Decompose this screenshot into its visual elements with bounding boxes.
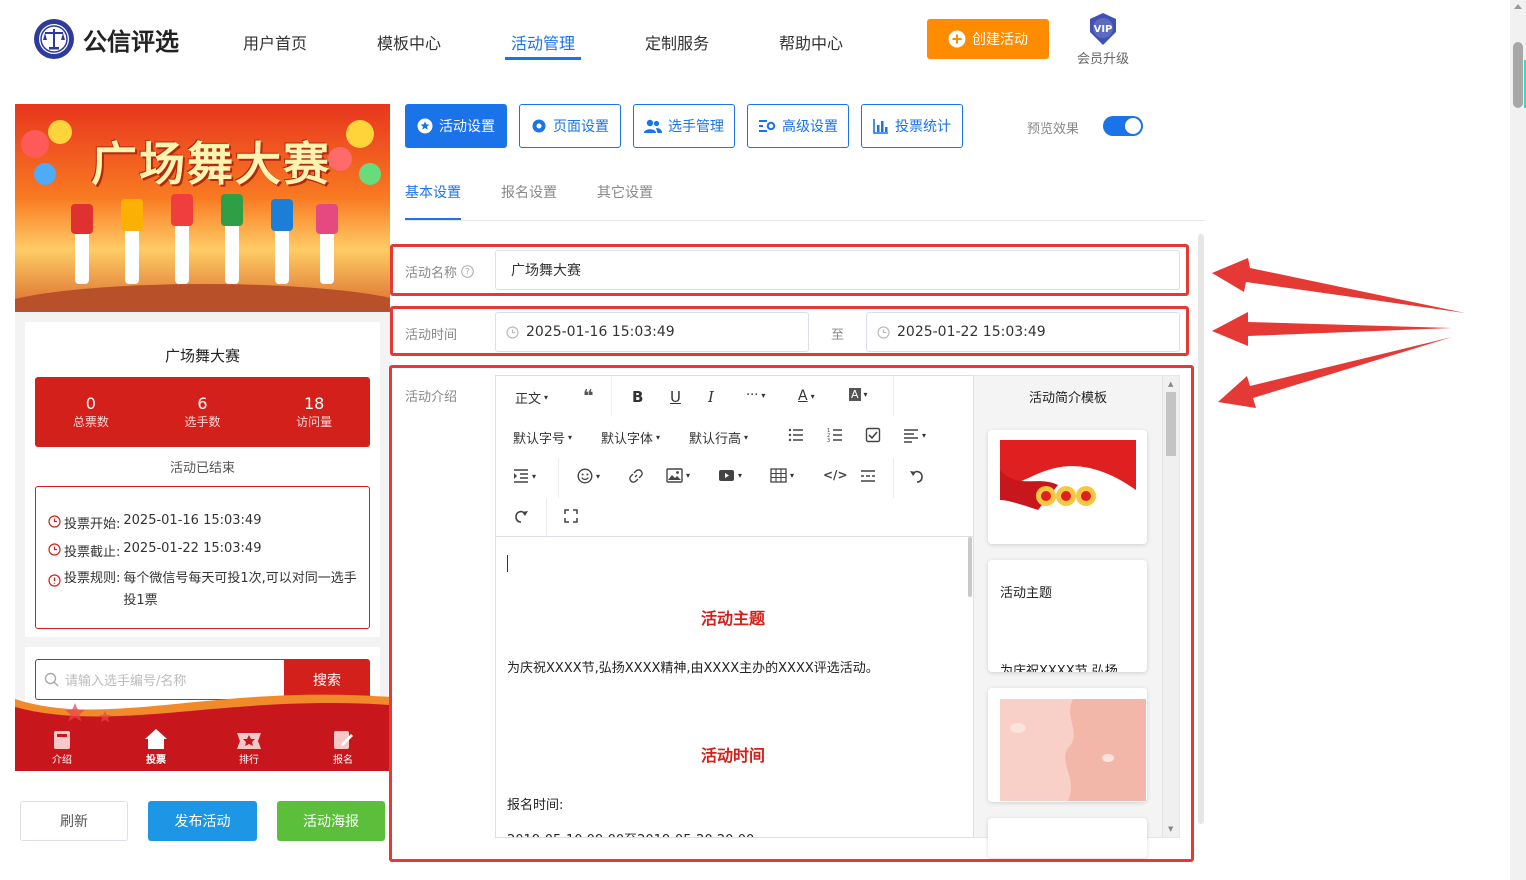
bar-chart-icon bbox=[873, 119, 888, 134]
tab-contestant-management[interactable]: 选手管理 bbox=[633, 104, 735, 148]
subtab-basic[interactable]: 基本设置 bbox=[405, 182, 461, 202]
alert-icon bbox=[48, 574, 61, 587]
preview-bottom-nav: 介绍 投票 排行 报名 bbox=[15, 689, 390, 771]
activity-status: 活动已结束 bbox=[169, 461, 235, 476]
clock-icon bbox=[48, 543, 61, 556]
badge-icon bbox=[237, 733, 261, 749]
sliders-icon bbox=[759, 120, 776, 132]
preview-activity-title: 广场舞大赛 bbox=[164, 347, 240, 365]
stats-bar: 0 总票数 6 选手数 18 访问量 bbox=[35, 377, 370, 447]
activity-banner: 广场舞大赛 bbox=[15, 104, 390, 312]
bottom-nav-vote[interactable]: 投票 bbox=[136, 727, 176, 766]
nav-home[interactable]: 用户首页 bbox=[243, 30, 307, 54]
bottom-nav-signup[interactable]: 报名 bbox=[323, 729, 363, 766]
bottom-nav-intro[interactable]: 介绍 bbox=[42, 729, 82, 766]
scales-logo-icon bbox=[34, 19, 74, 59]
subtab-other[interactable]: 其它设置 bbox=[597, 182, 653, 202]
create-activity-button[interactable]: 创建活动 bbox=[927, 19, 1049, 59]
highlight-time-row bbox=[390, 306, 1189, 356]
nav-templates[interactable]: 模板中心 bbox=[377, 30, 441, 54]
subtab-signup[interactable]: 报名设置 bbox=[501, 182, 557, 202]
vote-rules-box: 投票开始: 2025-01-16 15:03:49 投票截止: 2025-01-22… bbox=[35, 486, 370, 629]
nav-activity[interactable]: 活动管理 bbox=[511, 30, 575, 54]
vip-badge-icon: VIP bbox=[1090, 13, 1116, 45]
banner-title: 广场舞大赛 bbox=[91, 137, 331, 191]
home-icon bbox=[145, 729, 167, 749]
logo[interactable]: 公信评选 bbox=[33, 18, 179, 60]
tab-page-settings[interactable]: 页面设置 bbox=[519, 104, 621, 148]
stat-contestants: 6 选手数 bbox=[184, 394, 221, 429]
nav-custom[interactable]: 定制服务 bbox=[645, 30, 709, 54]
tab-activity-settings[interactable]: 活动设置 bbox=[405, 104, 507, 148]
search-icon bbox=[44, 672, 59, 687]
poster-button[interactable]: 活动海报 bbox=[277, 801, 385, 841]
tab-vote-statistics[interactable]: 投票统计 bbox=[861, 104, 963, 148]
star-circle-icon bbox=[417, 118, 433, 134]
brand-name: 公信评选 bbox=[83, 27, 179, 56]
nav-help[interactable]: 帮助中心 bbox=[779, 30, 843, 54]
preview-toggle-label: 预览效果 bbox=[1027, 122, 1080, 137]
window-scrollbar[interactable] bbox=[1510, 0, 1526, 880]
plus-circle-icon bbox=[948, 30, 966, 48]
refresh-button[interactable]: 刷新 bbox=[20, 801, 128, 841]
preview-panel: 广场舞大赛 广场舞大赛 0 总票数 6 选手数 18 访问量 活动已结束 投票开… bbox=[15, 104, 390, 771]
bottom-nav-rank[interactable]: 排行 bbox=[229, 729, 269, 766]
svg-text:VIP: VIP bbox=[1094, 24, 1113, 35]
tab-advanced-settings[interactable]: 高级设置 bbox=[747, 104, 849, 148]
highlight-intro-row bbox=[389, 365, 1194, 862]
clock-icon bbox=[48, 515, 61, 528]
gear-icon bbox=[532, 119, 546, 133]
stat-total-votes: 0 总票数 bbox=[72, 394, 109, 429]
publish-button[interactable]: 发布活动 bbox=[148, 801, 257, 841]
subtab-bar: 基本设置 报名设置 其它设置 bbox=[405, 176, 1205, 221]
preview-toggle-switch[interactable] bbox=[1103, 116, 1143, 136]
users-icon bbox=[644, 119, 662, 133]
book-icon bbox=[54, 731, 70, 749]
nav-active-underline bbox=[505, 57, 581, 60]
edit-form-icon bbox=[334, 731, 353, 749]
activity-info-card: 广场舞大赛 0 总票数 6 选手数 18 访问量 活动已结束 投票开始: 2025… bbox=[25, 322, 380, 637]
annotation-arrows bbox=[1212, 258, 1465, 408]
vip-upgrade[interactable]: VIP 会员升级 bbox=[1074, 12, 1132, 67]
highlight-name-row bbox=[390, 244, 1189, 296]
stat-visits: 18 访问量 bbox=[296, 394, 333, 429]
